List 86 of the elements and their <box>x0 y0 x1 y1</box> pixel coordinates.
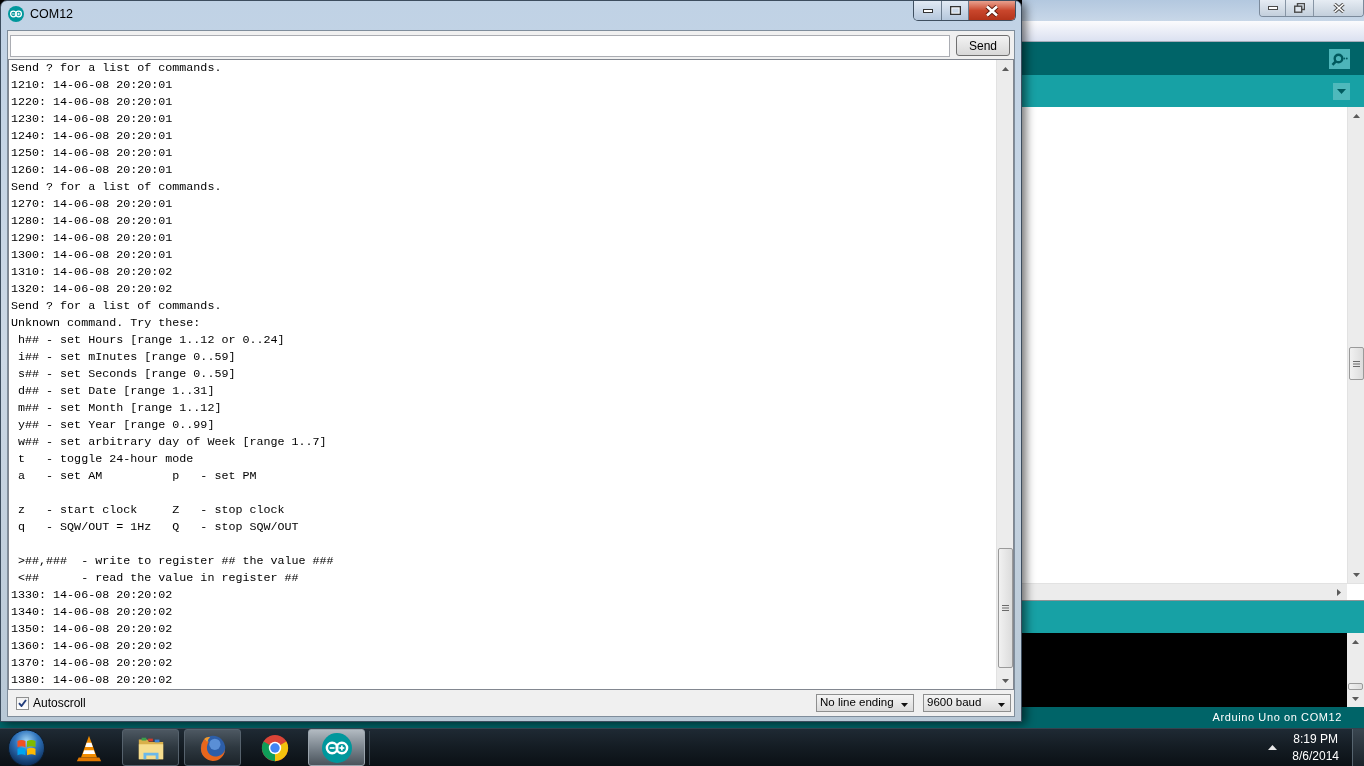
output-line: q - SQW/OUT = 1Hz Q - stop SQW/OUT <box>17 519 299 536</box>
restore-button[interactable] <box>1286 0 1314 16</box>
app-logo-icon <box>321 732 352 763</box>
output-line: <## - read the value in register ## <box>17 570 299 587</box>
output-line: Send ? for a list of commands. <box>11 179 222 196</box>
clock-time[interactable]: 8:19 PM <box>1293 730 1338 748</box>
app-logo-icon <box>8 6 24 22</box>
output-line: 1310: 14-06-08 20:20:02 <box>11 264 173 281</box>
output-line: d## - set Date [range 1..31] <box>17 383 215 400</box>
magnifier-icon <box>1331 52 1348 66</box>
checkmark-icon <box>18 699 27 707</box>
output-line: h## - set Hours [range 1..12 or 0..24] <box>17 332 285 349</box>
taskbar-button[interactable] <box>308 729 365 766</box>
input-field[interactable] <box>10 35 950 57</box>
output-line: Send ? for a list of commands. <box>11 298 222 315</box>
wheel-icon <box>259 732 290 763</box>
output-line: 1250: 14-06-08 20:20:01 <box>11 145 173 162</box>
output-line: 1290: 14-06-08 20:20:01 <box>11 230 173 247</box>
horizontal-scrollbar[interactable] <box>1022 583 1364 600</box>
line-ending-dropdown[interactable]: No line ending <box>816 694 914 712</box>
close-icon <box>985 4 999 17</box>
output-line: a - set AM p - set PM <box>17 468 257 485</box>
send-button[interactable]: Send <box>956 35 1010 56</box>
serial-monitor-button[interactable] <box>1329 49 1350 69</box>
baud-rate-dropdown[interactable]: 9600 baud <box>923 694 1011 712</box>
status-text: Arduino Uno on COM12 <box>1212 710 1342 726</box>
maximize-icon <box>949 6 961 15</box>
scrollbar-thumb[interactable] <box>1348 347 1364 380</box>
output-line: y## - set Year [range 0..99] <box>17 417 215 434</box>
arrow-up-icon[interactable] <box>1352 639 1359 644</box>
arrow-down-icon[interactable] <box>1001 678 1009 683</box>
output-line: 1370: 14-06-08 20:20:02 <box>11 655 173 672</box>
close-icon <box>1332 3 1345 13</box>
window-title: COM12 <box>30 6 74 22</box>
grip-icon <box>1001 605 1009 611</box>
checkbox-label[interactable]: Autoscroll <box>33 694 86 712</box>
arrow-down-icon[interactable] <box>1352 572 1360 577</box>
output-line: 1230: 14-06-08 20:20:01 <box>11 111 173 128</box>
output-line: z - start clock Z - stop clock <box>17 502 285 519</box>
restore-icon <box>1294 3 1305 13</box>
output-line: 1360: 14-06-08 20:20:02 <box>11 638 173 655</box>
output-line: >##,### - write to register ## the value ### <box>17 553 334 570</box>
output-line: 1350: 14-06-08 20:20:02 <box>11 621 173 638</box>
checkbox[interactable] <box>16 696 29 710</box>
arrow-right-icon[interactable] <box>1336 588 1341 596</box>
minimize-icon <box>1267 6 1278 10</box>
taskbar-button[interactable] <box>122 729 179 766</box>
clock-date[interactable]: 8/6/2014 <box>1292 747 1339 765</box>
vertical-scrollbar[interactable] <box>1347 633 1364 707</box>
tab-menu-button[interactable] <box>1333 83 1350 100</box>
output-line: 1340: 14-06-08 20:20:02 <box>11 604 173 621</box>
triangle-up-icon[interactable] <box>1268 745 1278 750</box>
triangle-down-icon <box>1337 89 1346 94</box>
close-button[interactable] <box>969 1 1015 20</box>
output-line: 1220: 14-06-08 20:20:01 <box>11 94 173 111</box>
output-line: 1210: 14-06-08 20:20:01 <box>11 77 173 94</box>
output-line: w## - set arbitrary day of Week [range 1..7] <box>17 434 327 451</box>
arrow-down-icon[interactable] <box>1352 696 1359 701</box>
vertical-scrollbar[interactable] <box>996 60 1013 689</box>
output-line: Send ? for a list of commands. <box>11 60 222 77</box>
output-line: i## - set mInutes [range 0..59] <box>17 349 236 366</box>
output-line: 1270: 14-06-08 20:20:01 <box>11 196 173 213</box>
vertical-scrollbar[interactable] <box>1347 107 1364 583</box>
minimize-icon <box>922 8 933 13</box>
output-line: 1300: 14-06-08 20:20:01 <box>11 247 173 264</box>
maximize-button[interactable] <box>942 1 969 20</box>
output-line: 1330: 14-06-08 20:20:02 <box>11 587 173 604</box>
scrollbar-thumb[interactable] <box>997 548 1013 668</box>
minimize-button[interactable] <box>1260 0 1286 16</box>
show-desktop-button[interactable] <box>1352 728 1364 766</box>
arrow-up-icon[interactable] <box>1001 66 1009 71</box>
output-line: 1380: 14-06-08 20:20:02 <box>11 672 173 689</box>
output-line: t - toggle 24-hour mode <box>17 451 194 468</box>
output-line: 1240: 14-06-08 20:20:01 <box>11 128 173 145</box>
grip-icon <box>1352 360 1360 367</box>
minimize-button[interactable] <box>914 1 942 20</box>
arrow-up-icon[interactable] <box>1352 113 1360 118</box>
output-line: Unknown command. Try these: <box>11 315 201 332</box>
output-line: s## - set Seconds [range 0..59] <box>17 366 236 383</box>
windows-orb-icon <box>7 728 46 766</box>
output-line: m## - set Month [range 1..12] <box>17 400 222 417</box>
output-line: 1260: 14-06-08 20:20:01 <box>11 162 173 179</box>
scrollbar-thumb[interactable] <box>1348 683 1363 690</box>
close-button[interactable] <box>1314 0 1363 16</box>
output-line: 1320: 14-06-08 20:20:02 <box>11 281 173 298</box>
output-line: 1280: 14-06-08 20:20:01 <box>11 213 173 230</box>
